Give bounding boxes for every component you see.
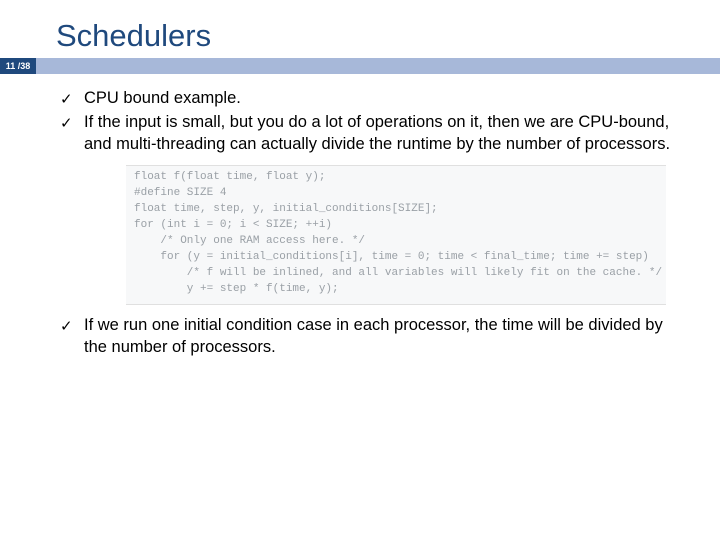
code-snippet: float f(float time, float y); #define SI… — [126, 165, 666, 305]
list-item: ✓ If we run one initial condition case i… — [56, 315, 678, 359]
bullet-list-bottom: ✓ If we run one initial condition case i… — [56, 315, 678, 359]
bullet-list-top: ✓ CPU bound example. ✓ If the input is s… — [56, 88, 678, 155]
header-bar: 11 /38 — [0, 58, 720, 74]
bullet-text: CPU bound example. — [84, 89, 241, 107]
slide-title: Schedulers — [56, 18, 720, 54]
checkmark-icon: ✓ — [60, 90, 73, 110]
bullet-text: If we run one initial condition case in … — [84, 316, 663, 356]
slide: Schedulers 11 /38 ✓ CPU bound example. ✓… — [0, 0, 720, 540]
title-wrap: Schedulers — [0, 18, 720, 54]
page-indicator: 11 /38 — [0, 58, 36, 74]
list-item: ✓ CPU bound example. — [56, 88, 678, 110]
accent-bar — [36, 58, 720, 74]
checkmark-icon: ✓ — [60, 114, 73, 134]
list-item: ✓ If the input is small, but you do a lo… — [56, 112, 678, 156]
bullet-text: If the input is small, but you do a lot … — [84, 113, 670, 153]
checkmark-icon: ✓ — [60, 317, 73, 337]
slide-body: ✓ CPU bound example. ✓ If the input is s… — [0, 74, 720, 358]
